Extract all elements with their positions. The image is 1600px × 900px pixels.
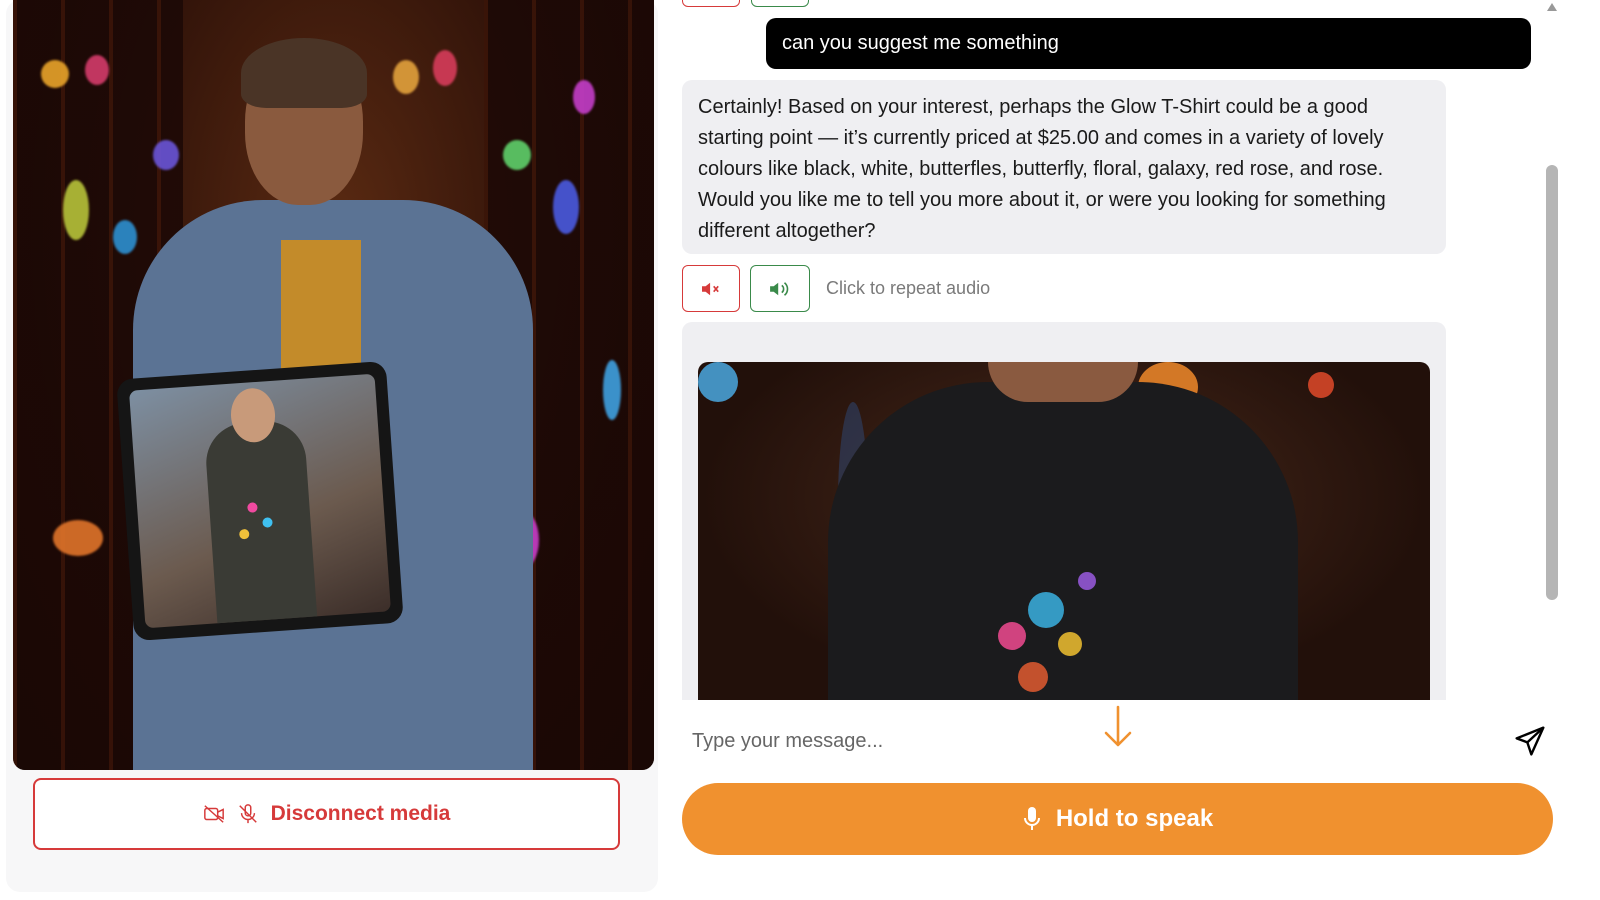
- neon-sign: [603, 360, 621, 420]
- tablet-screen: [128, 373, 392, 629]
- neon-mask: [573, 80, 595, 114]
- mute-button-prev[interactable]: [682, 0, 740, 7]
- neon-mask: [503, 140, 531, 170]
- tshirt-print: [1018, 662, 1048, 692]
- neon-mask: [41, 60, 69, 88]
- neon-mask: [433, 50, 457, 86]
- repeat-audio-button[interactable]: [750, 265, 810, 312]
- scroll-up-arrow[interactable]: [1547, 3, 1557, 11]
- bot-message: Certainly! Based on your interest, perha…: [682, 80, 1446, 254]
- mic-icon: [1023, 807, 1040, 830]
- neon-mask: [113, 220, 137, 254]
- tablet: [116, 360, 404, 642]
- message-input-row: [682, 705, 1552, 775]
- play-button-prev[interactable]: [751, 0, 809, 7]
- tshirt-print: [1028, 592, 1064, 628]
- avatar-video: [13, 0, 654, 770]
- neon-mask: [553, 180, 579, 234]
- arrow-down-icon[interactable]: [1100, 705, 1136, 749]
- user-message: can you suggest me something: [766, 18, 1531, 69]
- message-input[interactable]: [692, 719, 1472, 763]
- neon-mask: [63, 180, 89, 240]
- disconnect-media-button[interactable]: Disconnect media: [33, 778, 620, 850]
- audio-controls: Click to repeat audio: [682, 265, 990, 312]
- send-icon[interactable]: [1514, 725, 1546, 757]
- neon-mask: [85, 55, 109, 85]
- scroll-thumb[interactable]: [1546, 165, 1558, 600]
- bokeh-light: [1308, 372, 1334, 398]
- chat-history[interactable]: can you suggest me something Certainly! …: [670, 0, 1542, 700]
- mute-audio-button[interactable]: [682, 265, 740, 312]
- bokeh-light: [698, 362, 738, 402]
- tshirt-print: [998, 622, 1026, 650]
- speaker-mute-icon: [702, 282, 719, 295]
- product-image[interactable]: [698, 362, 1430, 700]
- disconnect-media-label: Disconnect media: [270, 802, 451, 825]
- repeat-audio-label: Click to repeat audio: [826, 278, 991, 298]
- hold-to-speak-button[interactable]: Hold to speak: [682, 783, 1553, 855]
- neon-mask: [393, 60, 419, 94]
- tshirt-print: [1078, 572, 1096, 590]
- avatar-hair: [241, 38, 367, 108]
- tablet-model: [203, 418, 318, 626]
- speaker-play-icon: [770, 281, 789, 296]
- tshirt-print: [1058, 632, 1082, 656]
- chat-scrollbar[interactable]: [1544, 0, 1560, 705]
- neon-pumpkin: [53, 520, 103, 556]
- mic-off-icon: [238, 804, 257, 824]
- model-neck: [988, 362, 1138, 402]
- neon-mask: [153, 140, 179, 170]
- camera-off-icon: [203, 805, 224, 823]
- hold-to-speak-label: Hold to speak: [1055, 805, 1214, 832]
